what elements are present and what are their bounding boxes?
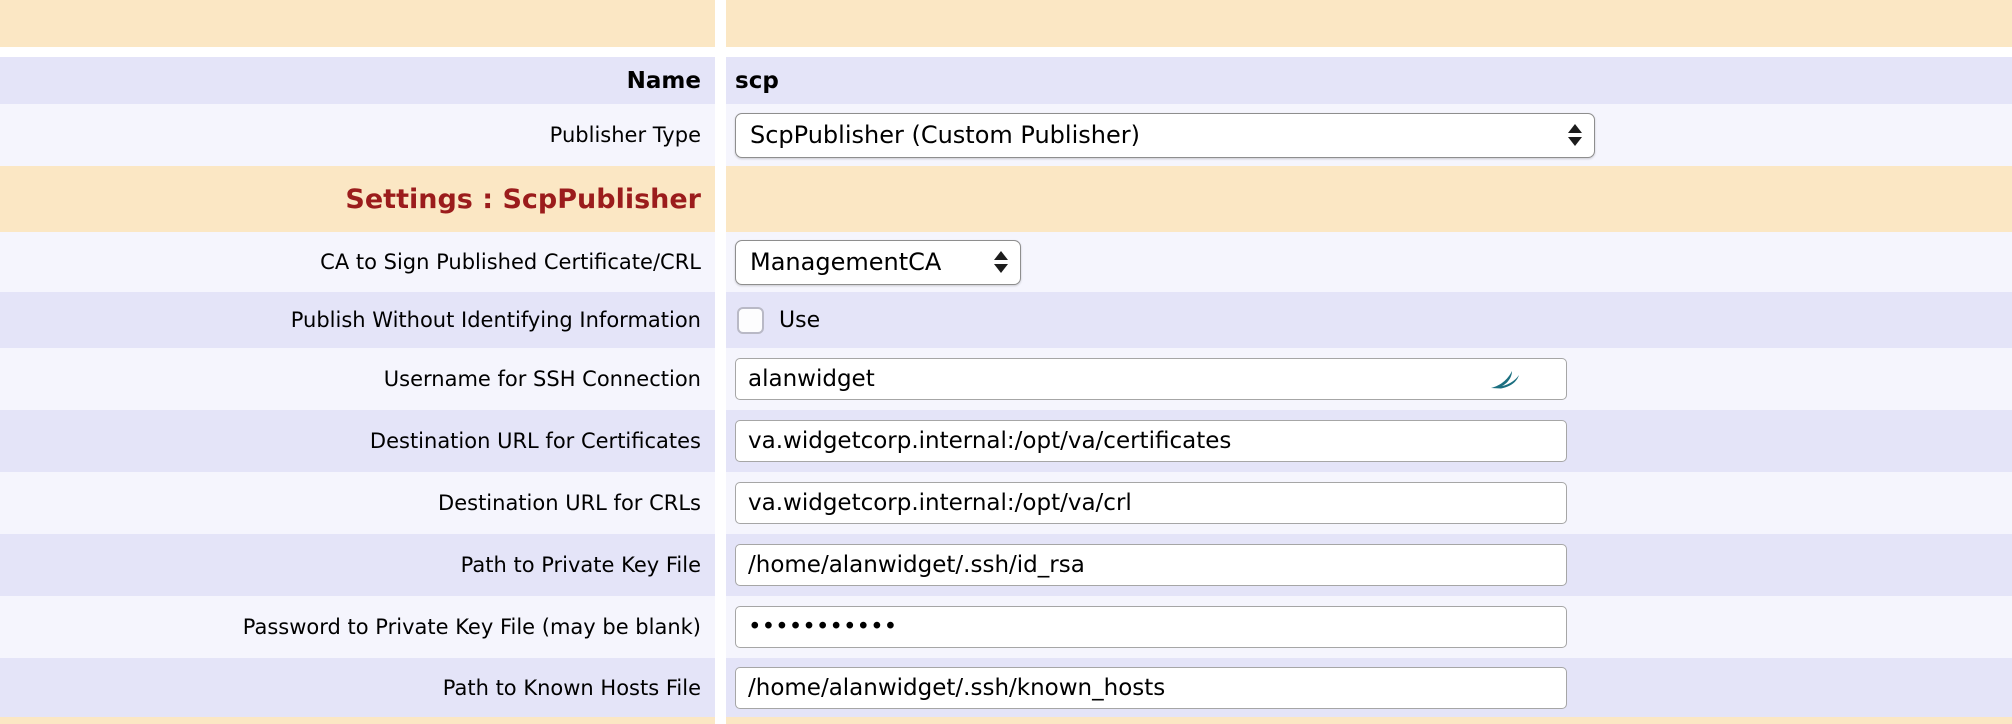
ca-row: CA to Sign Published Certificate/CRL Man… (0, 232, 2012, 292)
edit-publisher-page: Name scp Publisher Type ScpPublisher (Cu… (0, 0, 2012, 724)
ca-label: CA to Sign Published Certificate/CRL (0, 232, 715, 292)
anonymize-checkbox[interactable] (737, 307, 764, 334)
column-gutter (715, 348, 726, 410)
publisher-type-selected-value: ScpPublisher (Custom Publisher) (750, 121, 1140, 149)
header-band (0, 0, 2012, 47)
private-key-path-row: Path to Private Key File (0, 534, 2012, 596)
cert-url-input[interactable] (735, 420, 1567, 462)
name-value: scp (735, 68, 779, 94)
cert-url-label: Destination URL for Certificates (0, 410, 715, 472)
known-hosts-row: Path to Known Hosts File (0, 658, 2012, 717)
private-key-password-label: Password to Private Key File (may be bla… (0, 596, 715, 658)
anonymize-checkbox-label: Use (779, 308, 820, 333)
private-key-path-label: Path to Private Key File (0, 534, 715, 596)
ca-selected-value: ManagementCA (750, 248, 941, 276)
crl-url-row: Destination URL for CRLs (0, 472, 2012, 534)
footer-band (0, 717, 2012, 724)
column-gutter (715, 0, 726, 47)
column-gutter (715, 717, 726, 724)
row-separator (0, 47, 2012, 57)
column-gutter (715, 534, 726, 596)
name-row: Name scp (0, 57, 2012, 104)
dashlane-autofill-icon[interactable] (1489, 366, 1521, 392)
publisher-type-row: Publisher Type ScpPublisher (Custom Publ… (0, 104, 2012, 166)
publisher-type-label: Publisher Type (0, 104, 715, 166)
footer-band-left (0, 717, 715, 724)
column-gutter (715, 166, 726, 232)
private-key-password-row: Password to Private Key File (may be bla… (0, 596, 2012, 658)
known-hosts-input[interactable] (735, 667, 1567, 709)
publisher-type-select[interactable]: ScpPublisher (Custom Publisher) (735, 113, 1595, 158)
ssh-username-label: Username for SSH Connection (0, 348, 715, 410)
column-gutter (715, 57, 726, 104)
private-key-password-input[interactable] (735, 606, 1567, 648)
column-gutter (715, 232, 726, 292)
ca-select[interactable]: ManagementCA (735, 240, 1021, 285)
header-band-left (0, 0, 715, 47)
ssh-username-row: Username for SSH Connection (0, 348, 2012, 410)
settings-section-title: Settings : ScpPublisher (0, 166, 715, 232)
column-gutter (715, 104, 726, 166)
select-spinner-icon (994, 251, 1008, 273)
select-spinner-icon (1568, 124, 1582, 146)
name-label: Name (0, 57, 715, 104)
column-gutter (715, 472, 726, 534)
crl-url-input[interactable] (735, 482, 1567, 524)
settings-section-band: Settings : ScpPublisher (0, 166, 2012, 232)
column-gutter (715, 410, 726, 472)
column-gutter (715, 596, 726, 658)
anonymize-label: Publish Without Identifying Information (0, 292, 715, 348)
anonymize-row: Publish Without Identifying Information … (0, 292, 2012, 348)
private-key-path-input[interactable] (735, 544, 1567, 586)
crl-url-label: Destination URL for CRLs (0, 472, 715, 534)
column-gutter (715, 292, 726, 348)
column-gutter (715, 658, 726, 717)
footer-band-right (726, 717, 2012, 724)
ssh-username-input[interactable] (735, 358, 1567, 400)
cert-url-row: Destination URL for Certificates (0, 410, 2012, 472)
known-hosts-label: Path to Known Hosts File (0, 658, 715, 717)
header-band-right (726, 0, 2012, 47)
